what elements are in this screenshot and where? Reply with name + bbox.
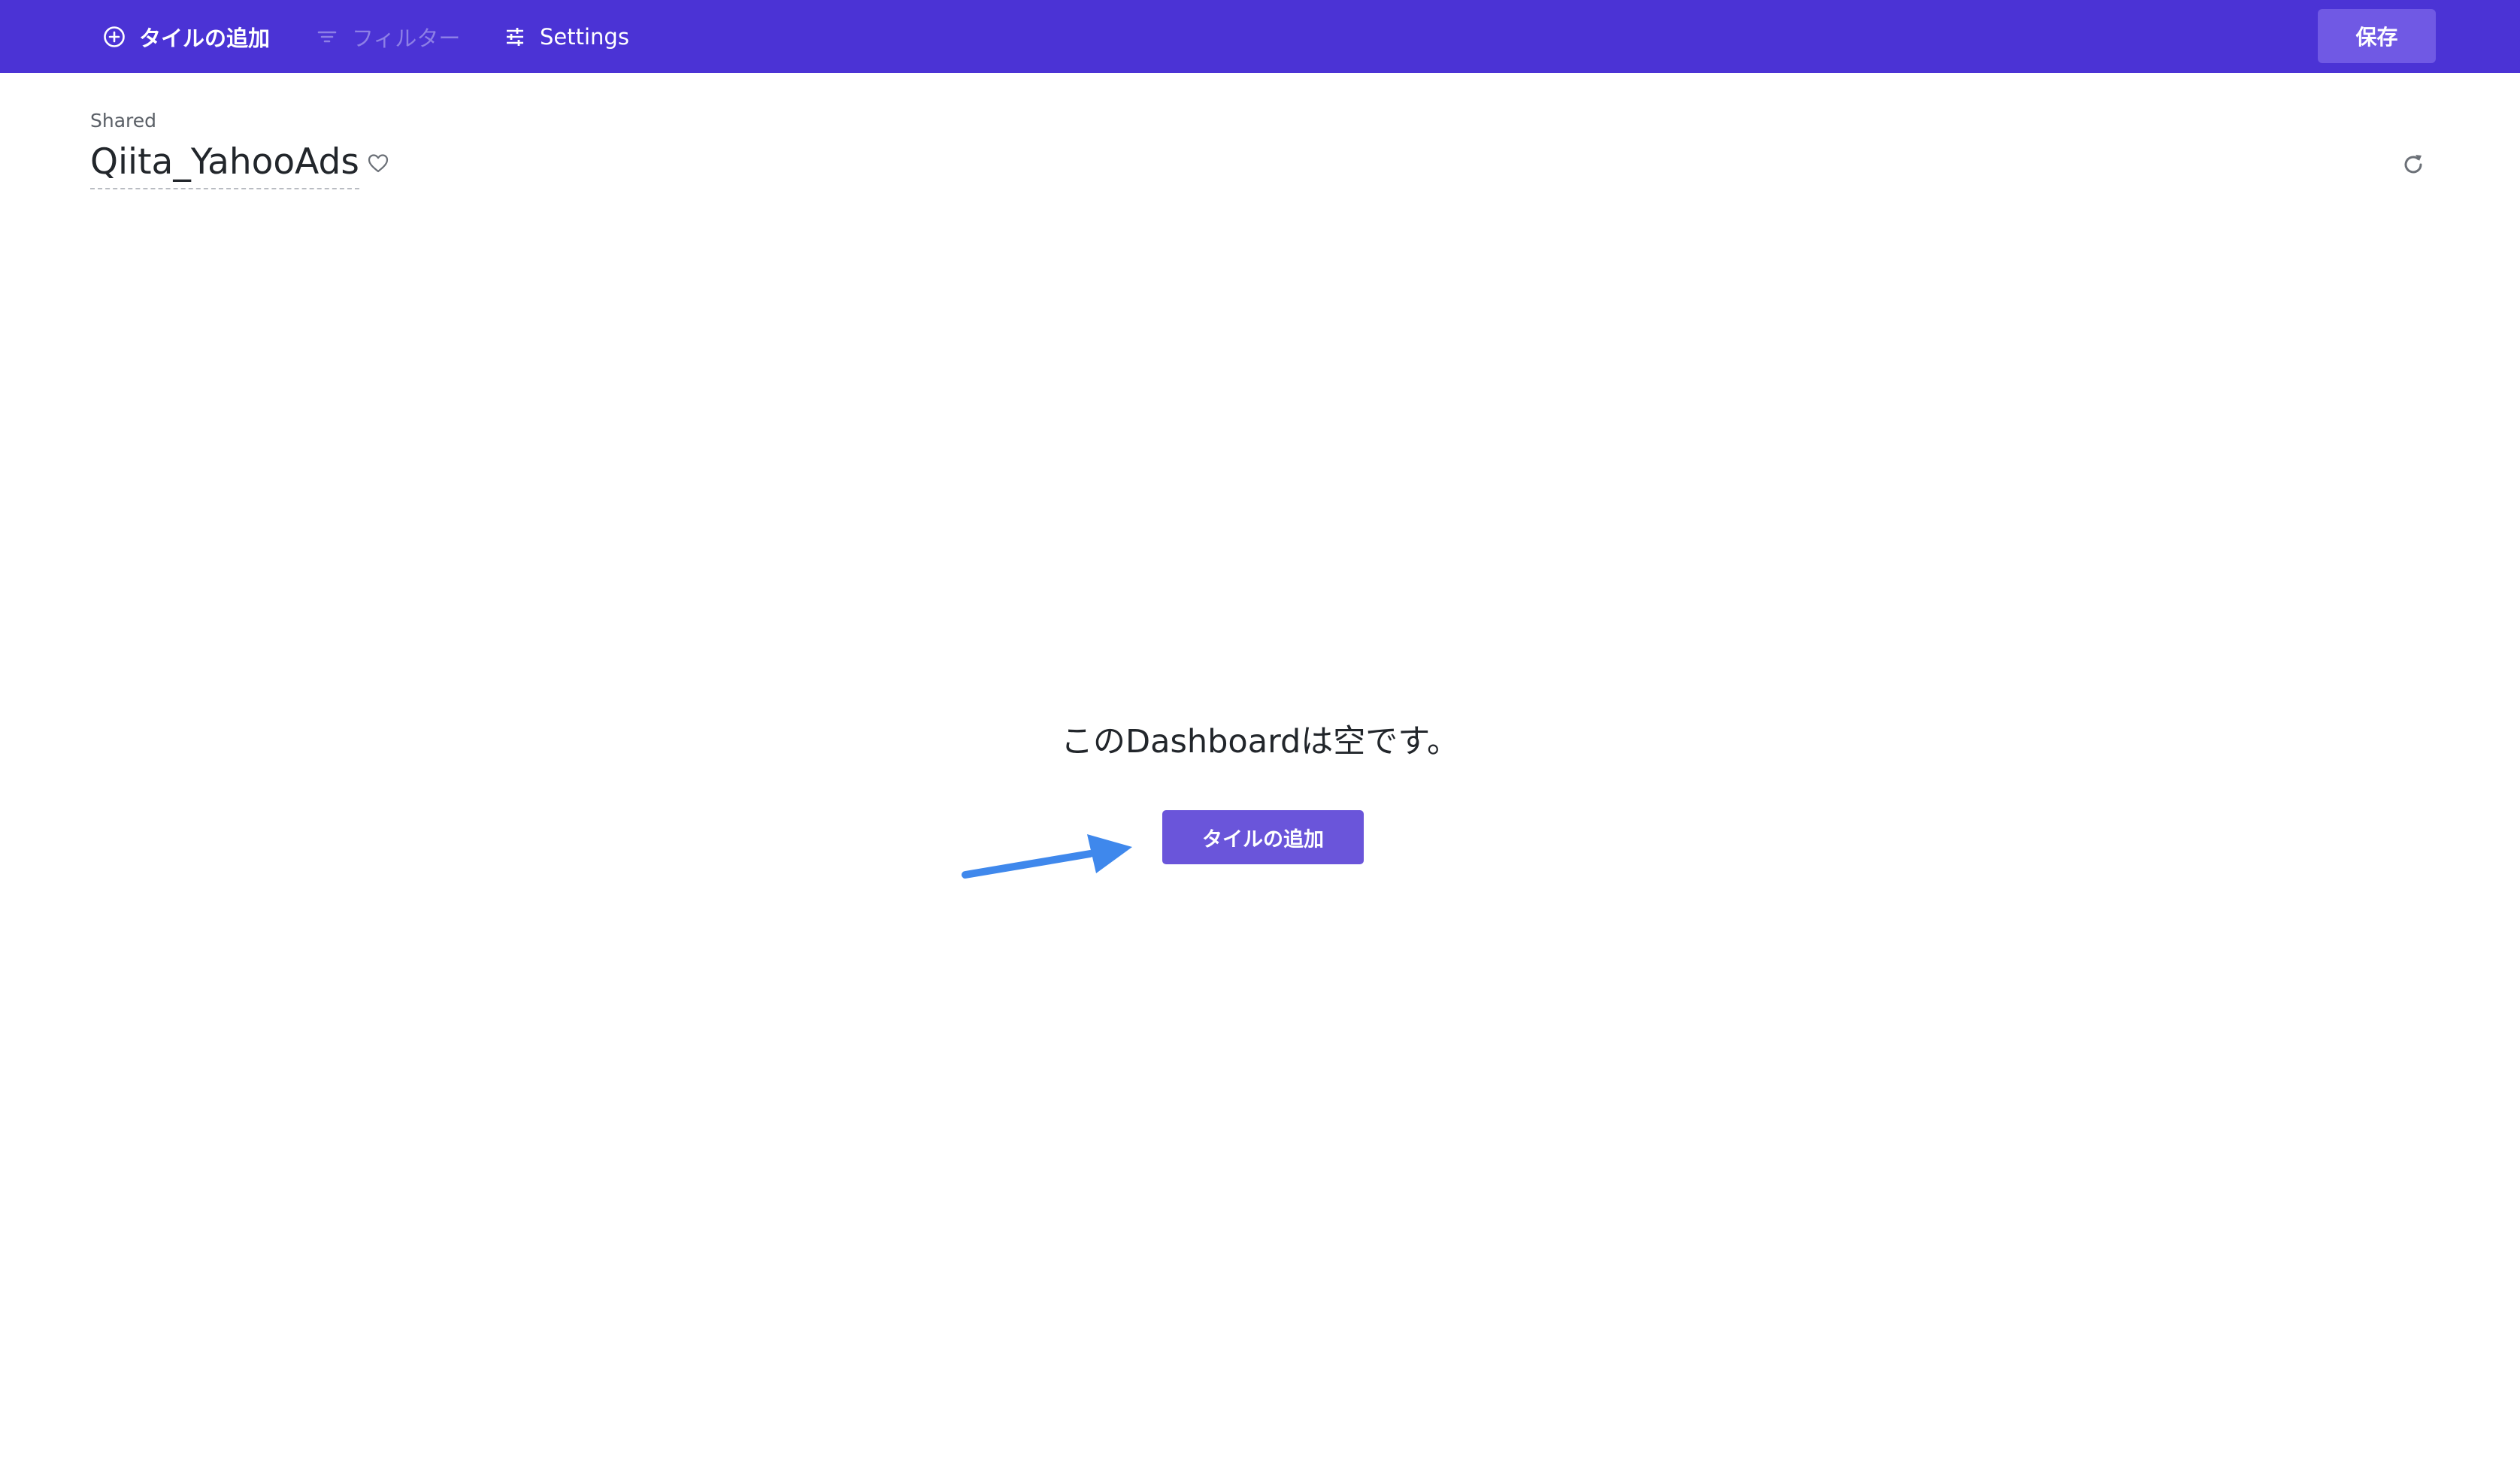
add-tile-toolbar-label: タイルの追加 [139,25,271,51]
empty-dashboard-message: このDashboardは空です。 [1061,723,1459,761]
refresh-icon[interactable] [2400,152,2426,180]
arrow-icon [955,827,1135,882]
filter-icon [316,26,338,48]
filter-toolbar-button[interactable]: フィルター [316,0,460,73]
add-tile-toolbar-button[interactable]: タイルの追加 [103,0,270,73]
plus-circle-icon [103,26,126,48]
dashboard-title[interactable]: Qiita_YahooAds [90,140,359,189]
dashboard-title-row: Qiita_YahooAds [90,140,389,191]
dashboard-page: タイルの追加 フィルター Settings 保存 Shared Qiita_Ya… [0,0,2520,1458]
settings-toolbar-label: Settings [540,23,629,50]
add-tile-button[interactable]: タイルの追加 [1162,810,1364,864]
folder-label: Shared [90,110,157,132]
sliders-icon [504,26,526,48]
save-button[interactable]: 保存 [2318,9,2436,63]
settings-toolbar-button[interactable]: Settings [504,0,629,73]
dashboard-toolbar: タイルの追加 フィルター Settings 保存 [0,0,2520,73]
filter-toolbar-label: フィルター [352,25,461,51]
heart-icon[interactable] [367,153,389,178]
